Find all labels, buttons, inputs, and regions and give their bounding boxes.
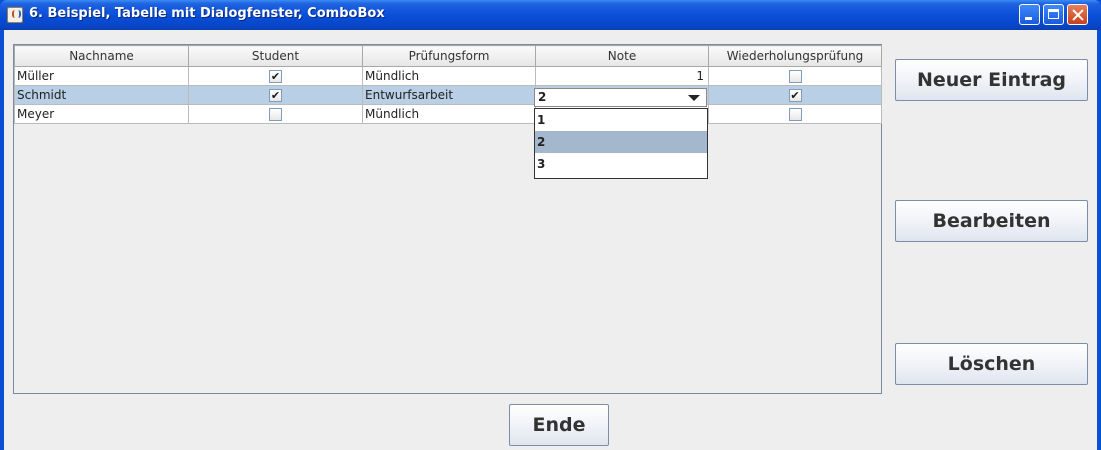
wiederholung-checkbox[interactable]: ✔	[788, 89, 802, 102]
neuer-eintrag-label: Neuer Eintrag	[916, 69, 1067, 91]
checkmark-icon: ✔	[270, 89, 281, 102]
column-header-student[interactable]: Student	[188, 45, 363, 67]
column-header-pruefungsform[interactable]: Prüfungsform	[362, 45, 536, 67]
table-scroll-pane[interactable]: Nachname Student Prüfungsform Note Wiede…	[13, 44, 882, 394]
dropdown-arrow-icon[interactable]	[688, 95, 700, 101]
student-cell: ✔	[188, 66, 363, 86]
student-checkbox[interactable]: ✔	[269, 89, 282, 102]
bearbeiten-button[interactable]: Bearbeiten	[895, 200, 1088, 242]
window-title: 6. Beispiel, Tabelle mit Dialogfenster, …	[29, 6, 385, 21]
column-header-nachname[interactable]: Nachname	[14, 45, 189, 67]
note-combobox-value: 2	[538, 90, 547, 104]
checkmark-icon: ✔	[790, 89, 800, 102]
minimize-button[interactable]	[1019, 4, 1040, 25]
checkmark-icon: ✔	[270, 70, 281, 83]
student-checkbox[interactable]: ✔	[269, 70, 282, 83]
table-row[interactable]: Meyer Mündlich	[14, 104, 882, 124]
cell-pruefungsform[interactable]: Mündlich	[362, 104, 536, 124]
note-option[interactable]: 1	[535, 109, 707, 131]
title-bar[interactable]: 6. Beispiel, Tabelle mit Dialogfenster, …	[0, 0, 1101, 30]
note-dropdown-list[interactable]: 123	[534, 108, 708, 179]
student-cell: ✔	[188, 85, 363, 105]
bearbeiten-label: Bearbeiten	[932, 210, 1051, 232]
application-window: 6. Beispiel, Tabelle mit Dialogfenster, …	[0, 0, 1101, 450]
note-option[interactable]: 2	[535, 131, 707, 153]
student-checkbox[interactable]	[269, 108, 282, 121]
table-header-row: Nachname Student Prüfungsform Note Wiede…	[14, 45, 882, 67]
maximize-button[interactable]	[1043, 4, 1064, 25]
column-header-note[interactable]: Note	[535, 45, 709, 67]
loeschen-button[interactable]: Löschen	[895, 343, 1088, 385]
wiederholung-cell: ✔	[708, 85, 882, 105]
cell-pruefungsform[interactable]: Entwurfsarbeit	[362, 85, 536, 105]
content-pane: Nachname Student Prüfungsform Note Wiede…	[4, 30, 1097, 450]
close-button[interactable]	[1067, 4, 1088, 25]
wiederholung-cell	[708, 104, 882, 124]
neuer-eintrag-button[interactable]: Neuer Eintrag	[895, 59, 1088, 101]
table-row[interactable]: Schmidt ✔ Entwurfsarbeit2 ✔	[14, 85, 882, 105]
wiederholung-checkbox[interactable]	[788, 70, 802, 83]
student-cell	[188, 104, 363, 124]
wiederholung-checkbox[interactable]	[788, 108, 802, 121]
note-option[interactable]: 3	[535, 153, 707, 175]
cell-nachname[interactable]: Schmidt	[14, 85, 189, 105]
column-header-wiederholung[interactable]: Wiederholungsprüfung	[708, 45, 882, 67]
ende-label: Ende	[532, 414, 586, 436]
ende-button[interactable]: Ende	[509, 404, 609, 446]
cell-pruefungsform[interactable]: Mündlich	[362, 66, 536, 86]
loeschen-label: Löschen	[947, 353, 1036, 375]
exam-table[interactable]: Nachname Student Prüfungsform Note Wiede…	[14, 45, 882, 124]
note-combobox[interactable]: 2	[534, 88, 707, 107]
table-row[interactable]: Müller ✔ Mündlich 1	[14, 66, 882, 86]
cell-note[interactable]: 1	[535, 66, 709, 86]
java-app-icon[interactable]	[7, 7, 23, 23]
wiederholung-cell	[708, 66, 882, 86]
cell-nachname[interactable]: Meyer	[14, 104, 189, 124]
cell-nachname[interactable]: Müller	[14, 66, 189, 86]
